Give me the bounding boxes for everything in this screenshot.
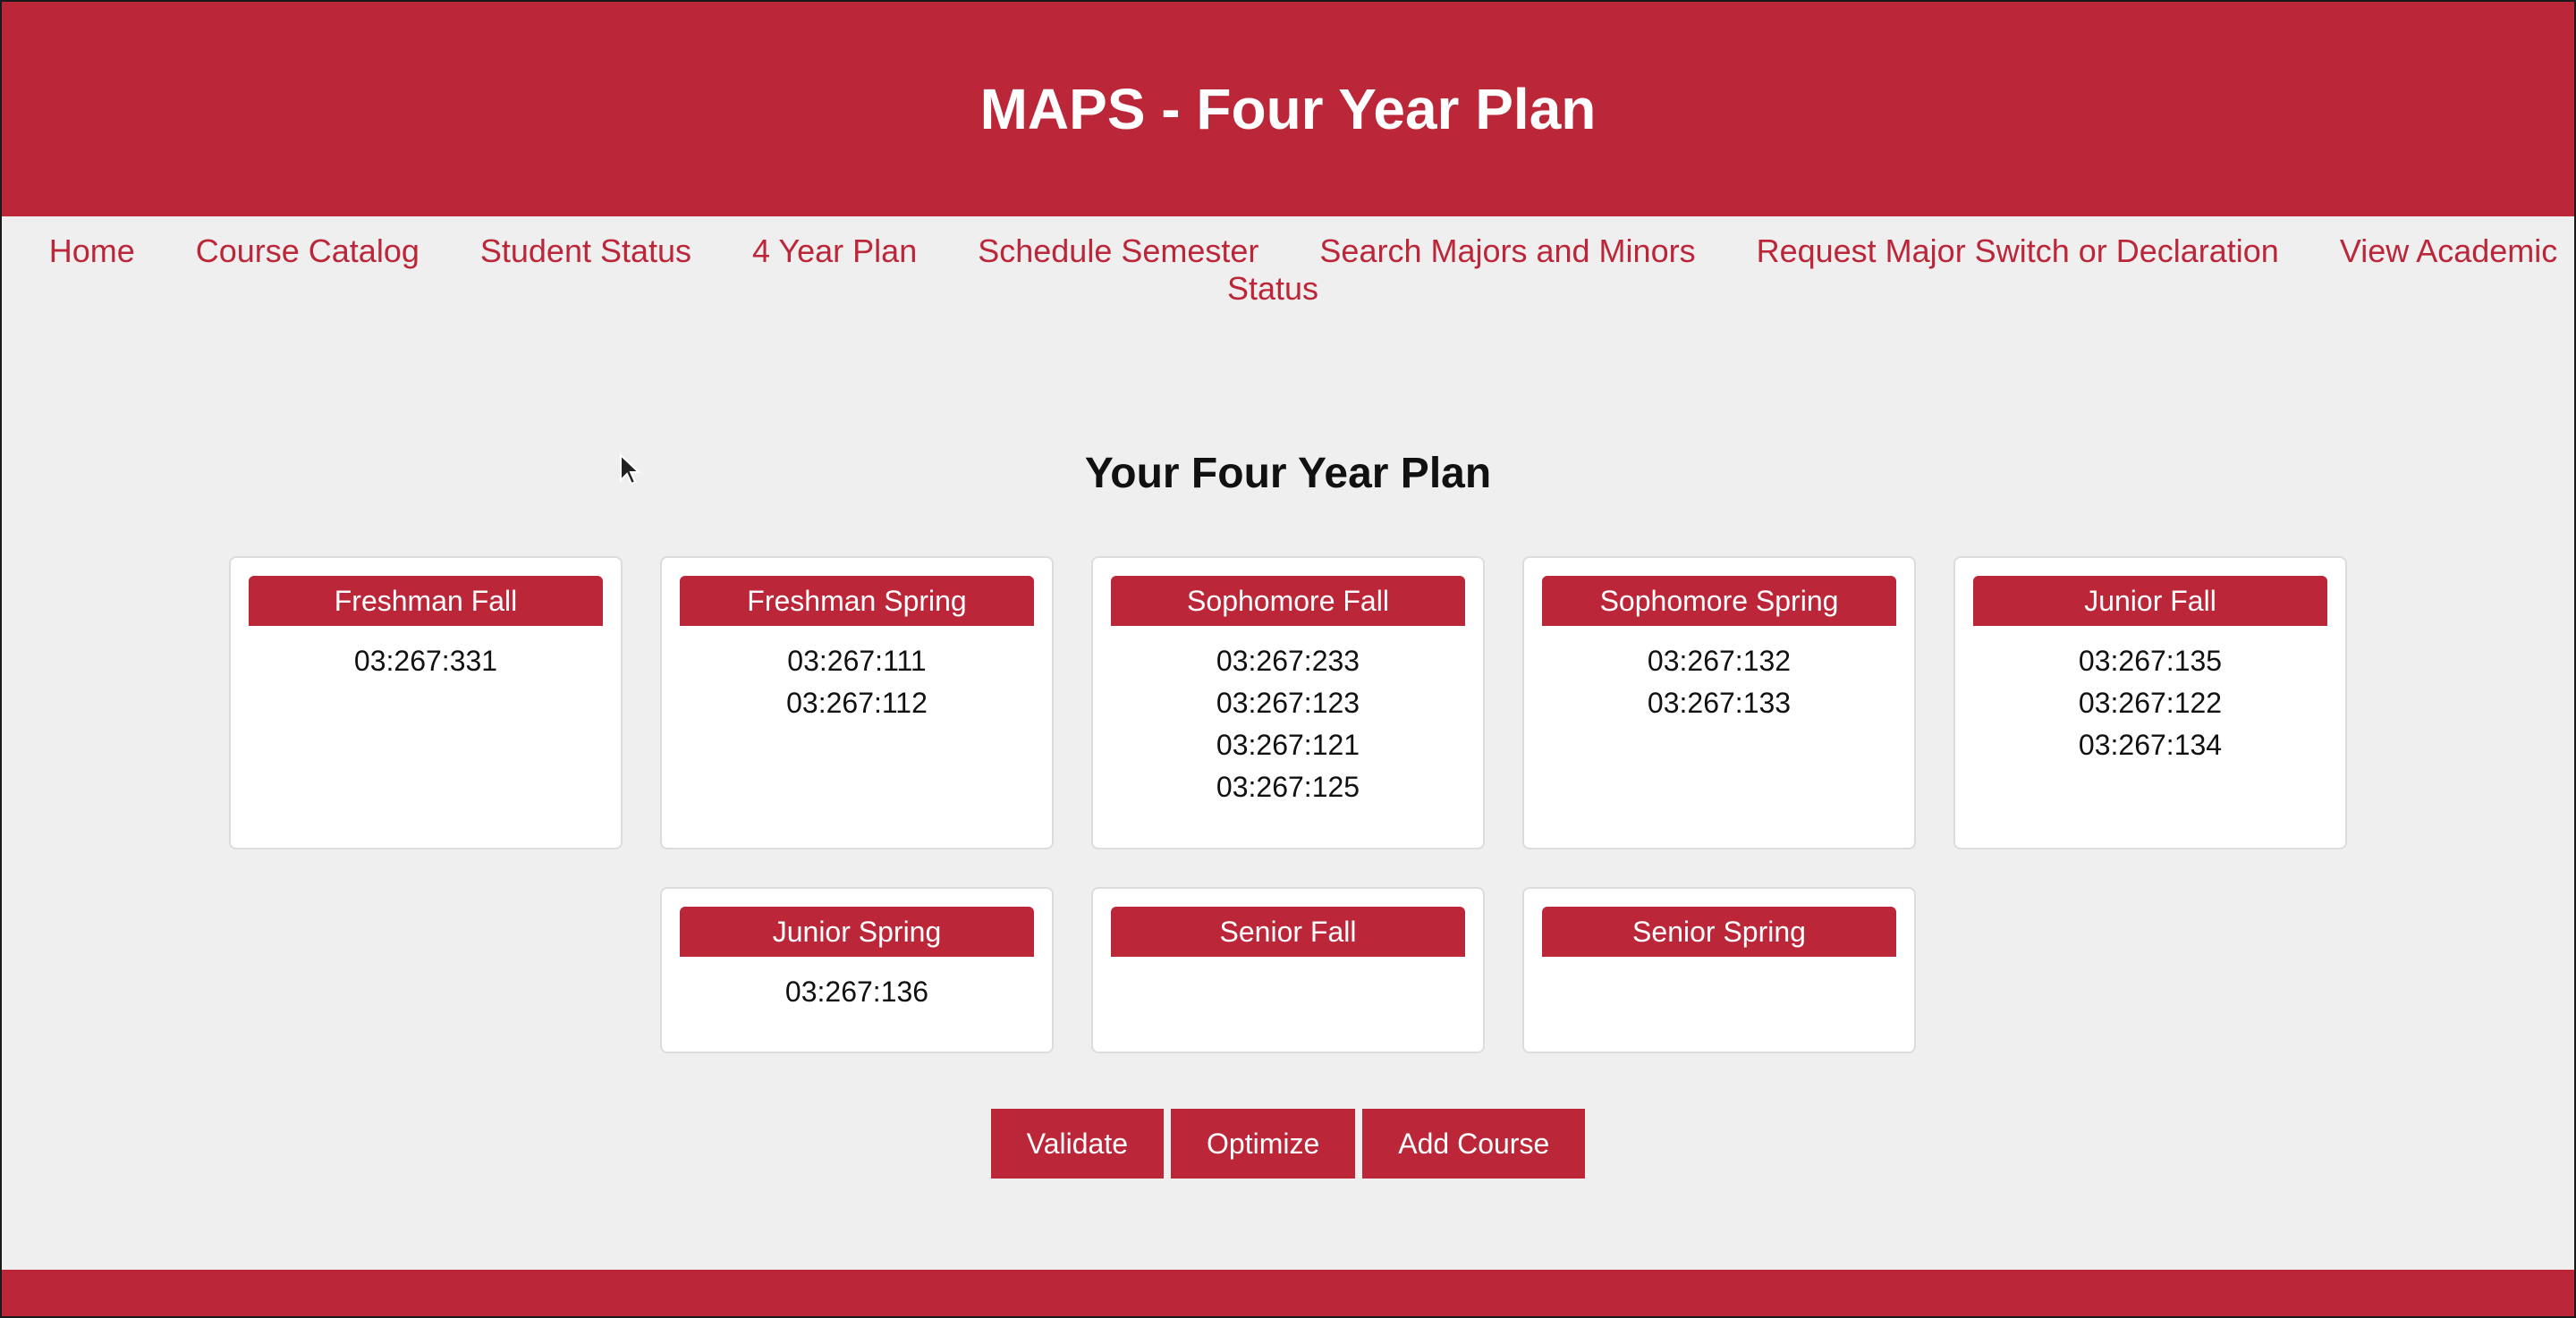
semester-title: Freshman Spring [680, 576, 1034, 626]
semester-card: Senior Spring [1522, 887, 1916, 1053]
course-list: 03:267:135 03:267:122 03:267:134 [1973, 640, 2327, 766]
header-banner: MAPS - Four Year Plan [2, 2, 2574, 216]
semester-card: Sophomore Spring 03:267:132 03:267:133 [1522, 556, 1916, 849]
course-item: 03:267:331 [353, 645, 498, 677]
page-title: MAPS - Four Year Plan [979, 77, 1597, 141]
course-item: 03:267:122 [2078, 687, 2223, 719]
nav-search-majors-minors[interactable]: Search Majors and Minors [1319, 232, 1695, 269]
action-bar: Validate Optimize Add Course [2, 1109, 2574, 1179]
course-item: 03:267:233 [1216, 645, 1360, 677]
semester-title: Junior Fall [1973, 576, 2327, 626]
nav-4-year-plan[interactable]: 4 Year Plan [752, 232, 917, 269]
nav-home[interactable]: Home [49, 232, 135, 269]
course-list: 03:267:132 03:267:133 [1542, 640, 1896, 724]
semester-card: Sophomore Fall 03:267:233 03:267:123 03:26… [1091, 556, 1485, 849]
course-item: 03:267:134 [2078, 729, 2223, 761]
semester-title: Sophomore Fall [1111, 576, 1465, 626]
semester-title: Freshman Fall [249, 576, 603, 626]
semester-card: Freshman Fall 03:267:331 [229, 556, 623, 849]
course-item: 03:267:121 [1216, 729, 1360, 761]
course-item: 03:267:112 [786, 687, 928, 719]
course-item: 03:267:123 [1216, 687, 1360, 719]
validate-button[interactable]: Validate [990, 1109, 1165, 1179]
footer-bar [2, 1270, 2574, 1316]
semester-grid: Freshman Fall 03:267:331 Freshman Spring… [2, 556, 2574, 1091]
semester-card: Freshman Spring 03:267:111 03:267:112 [660, 556, 1054, 849]
course-item: 03:267:132 [1647, 645, 1792, 677]
semester-card: Junior Fall 03:267:135 03:267:122 03:267:1… [1953, 556, 2347, 849]
semester-title: Junior Spring [680, 907, 1034, 957]
main-nav: Home Course Catalog Student Status 4 Year P… [2, 232, 2574, 308]
course-list: 03:267:331 [249, 640, 603, 682]
semester-card: Senior Fall [1091, 887, 1485, 1053]
course-item: 03:267:125 [1216, 771, 1360, 803]
course-list: 03:267:136 [680, 971, 1034, 1013]
course-item: 03:267:135 [2078, 645, 2223, 677]
optimize-button[interactable]: Optimize [1171, 1109, 1356, 1179]
nav-course-catalog[interactable]: Course Catalog [196, 232, 419, 269]
semester-card: Junior Spring 03:267:136 [660, 887, 1054, 1053]
add-course-button[interactable]: Add Course [1362, 1109, 1586, 1179]
semester-row: Freshman Fall 03:267:331 Freshman Spring… [2, 556, 2574, 849]
course-item: 03:267:136 [784, 976, 929, 1008]
course-item: 03:267:133 [1647, 687, 1792, 719]
semester-title: Senior Fall [1111, 907, 1465, 957]
nav-request-major-switch[interactable]: Request Major Switch or Declaration [1757, 232, 2279, 269]
semester-title: Sophomore Spring [1542, 576, 1896, 626]
semester-title: Senior Spring [1542, 907, 1896, 957]
semester-row: Junior Spring 03:267:136 Senior Fall Sen… [2, 887, 2574, 1053]
nav-student-status[interactable]: Student Status [480, 232, 691, 269]
nav-schedule-semester[interactable]: Schedule Semester [978, 232, 1258, 269]
course-item: 03:267:111 [787, 645, 927, 677]
course-list: 03:267:233 03:267:123 03:267:121 03:267:125 [1111, 640, 1465, 808]
course-list: 03:267:111 03:267:112 [680, 640, 1034, 724]
plan-heading: Your Four Year Plan [1084, 450, 1492, 497]
